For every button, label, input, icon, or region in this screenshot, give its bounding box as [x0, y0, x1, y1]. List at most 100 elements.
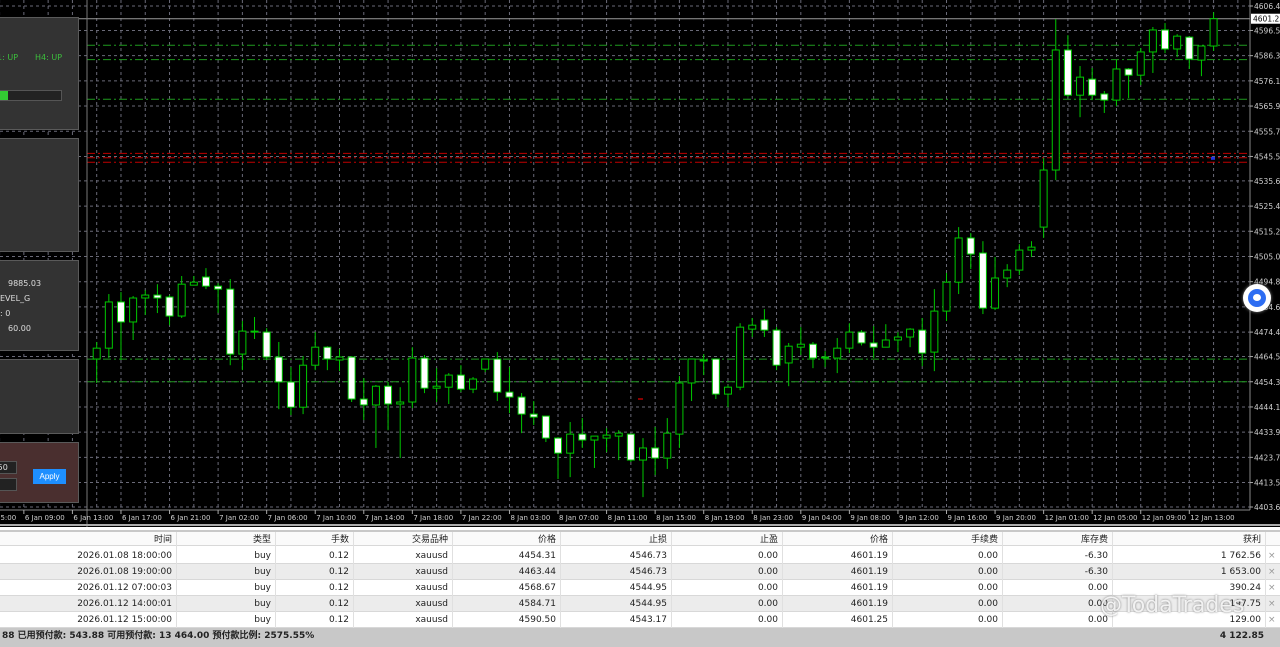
candlestick-chart[interactable]: 4606.40 4596.50 4586.30 4576.10 4565.90 4555.… — [0, 0, 1280, 527]
close-position-icon[interactable]: × — [1268, 612, 1276, 628]
price-chart[interactable]: 4606.40 4596.50 4586.30 4576.10 4565.90 4555.… — [0, 0, 1280, 527]
info-value-1: 9885.03 — [8, 279, 42, 288]
table-row[interactable]: 2026.01.12 14:00:01 buy 0.12 xauusd 4584.71 4… — [0, 596, 1280, 612]
table-cell: 0.12 — [276, 564, 354, 580]
candle-bear — [359, 398, 368, 406]
column-header[interactable]: 手续费 — [893, 532, 1003, 548]
candle-bear — [626, 433, 635, 461]
table-row[interactable]: 2026.01.08 18:00:00 buy 0.12 xauusd 4454.31 4… — [0, 548, 1280, 564]
trade-marker — [638, 398, 643, 400]
table-cell: 0.00 — [1003, 596, 1113, 612]
time-tick-label: 8 Jan 23:00 — [753, 514, 793, 522]
time-tick-label: 8 Jan 07:00 — [559, 514, 599, 522]
candle-bear — [857, 331, 866, 344]
table-cell: 2026.01.12 14:00:01 — [0, 596, 177, 612]
table-cell: 4601.19 — [783, 548, 893, 564]
candle-bear — [966, 237, 975, 255]
candle-bull — [784, 345, 793, 364]
candle-bull — [675, 382, 684, 435]
column-header[interactable]: 库存费 — [1003, 532, 1113, 548]
time-tick-label: 12 Jan 09:00 — [1142, 514, 1186, 522]
close-position-icon[interactable]: × — [1268, 596, 1276, 612]
close-position-icon[interactable]: × — [1268, 580, 1276, 596]
empty-panel-2 — [0, 359, 79, 434]
candle-bull — [821, 356, 830, 359]
candle-bear — [541, 415, 550, 439]
candle-bear — [711, 358, 720, 395]
price-tick-label: 4474.40 — [1254, 328, 1280, 337]
candle-bull — [796, 343, 805, 348]
apply-button[interactable]: Apply — [33, 469, 66, 484]
table-cell: 2026.01.08 18:00:00 — [0, 548, 177, 564]
table-cell: xauusd — [354, 580, 453, 596]
column-header[interactable]: 类型 — [177, 532, 276, 548]
candle-bear — [651, 447, 660, 459]
info-panel: 9885.03 EVEL_G : 0 60.00 — [0, 260, 79, 351]
column-header[interactable]: 时间 — [0, 532, 177, 548]
table-cell: buy — [177, 564, 276, 580]
close-position-icon[interactable]: × — [1268, 548, 1276, 564]
candle-bull — [189, 281, 198, 286]
column-header[interactable]: 止盈 — [672, 532, 783, 548]
candle-bull — [736, 326, 745, 388]
column-header[interactable]: 价格 — [783, 532, 893, 548]
column-header[interactable]: 交易品种 — [354, 532, 453, 548]
floating-assistant-button[interactable] — [1243, 284, 1271, 312]
table-cell: buy — [177, 596, 276, 612]
candle-bull — [129, 297, 138, 323]
time-tick-label: 7 Jan 06:00 — [268, 514, 308, 522]
column-header[interactable]: 止损 — [561, 532, 672, 548]
lot-input[interactable]: 0.50 — [0, 461, 17, 474]
candle-bull — [663, 432, 672, 459]
table-row[interactable]: 2026.01.12 07:00:03 buy 0.12 xauusd 4568.67 4… — [0, 580, 1280, 596]
column-header[interactable]: 手数 — [276, 532, 354, 548]
candle-bull — [881, 339, 890, 348]
table-cell: 4544.95 — [561, 596, 672, 612]
candle-bull — [250, 330, 259, 333]
table-row[interactable]: 2026.01.08 19:00:00 buy 0.12 xauusd 4463.44 4… — [0, 564, 1280, 580]
candle-bull — [141, 294, 150, 299]
price-tick-label: 4444.10 — [1254, 403, 1280, 412]
table-row[interactable]: 2026.01.12 15:00:00 buy 0.12 xauusd 4590.50 4… — [0, 612, 1280, 628]
candle-bear — [554, 437, 563, 454]
time-tick-label: 8 Jan 15:00 — [656, 514, 696, 522]
candle-bull — [335, 356, 344, 361]
info-value-2: EVEL_G — [0, 294, 31, 303]
candle-bear — [517, 396, 526, 415]
table-cell: 4544.95 — [561, 580, 672, 596]
price-tick-label: 4596.50 — [1254, 26, 1280, 35]
table-cell: 0.12 — [276, 612, 354, 628]
table-cell: 0.00 — [672, 548, 783, 564]
time-tick-label: 7 Jan 22:00 — [462, 514, 502, 522]
candle-bull — [469, 378, 478, 390]
time-tick-label: 8 Jan 19:00 — [705, 514, 745, 522]
time-tick-label: 6 Jan 09:00 — [25, 514, 65, 522]
candle-bull — [1148, 29, 1157, 53]
table-cell: 4601.19 — [783, 596, 893, 612]
table-cell: 2026.01.12 15:00:00 — [0, 612, 177, 628]
table-cell: 4546.73 — [561, 564, 672, 580]
candle-bull — [1039, 169, 1048, 228]
close-position-icon[interactable]: × — [1268, 564, 1276, 580]
candle-bear — [808, 343, 817, 359]
column-header[interactable]: 价格 — [453, 532, 561, 548]
candle-bull — [371, 385, 380, 406]
candle-bear — [1161, 29, 1170, 50]
candle-bear — [201, 276, 210, 287]
candle-bull — [1027, 246, 1036, 251]
candle-bull — [602, 434, 611, 439]
table-cell: 0.12 — [276, 580, 354, 596]
candle-bear — [226, 288, 235, 355]
candle-bear — [153, 294, 162, 299]
candle-bull — [444, 374, 453, 388]
candle-bull — [930, 310, 939, 353]
time-tick-label: 9 Jan 04:00 — [802, 514, 842, 522]
price-tick-label: 4413.50 — [1254, 479, 1280, 488]
candle-bull — [590, 435, 599, 441]
candle-bull — [748, 324, 757, 330]
candle-bull — [1136, 51, 1145, 76]
candle-bull — [311, 346, 320, 366]
candle-bull — [845, 331, 854, 349]
secondary-input[interactable]: 85 — [0, 478, 17, 491]
column-header[interactable]: 获利 — [1113, 532, 1266, 548]
